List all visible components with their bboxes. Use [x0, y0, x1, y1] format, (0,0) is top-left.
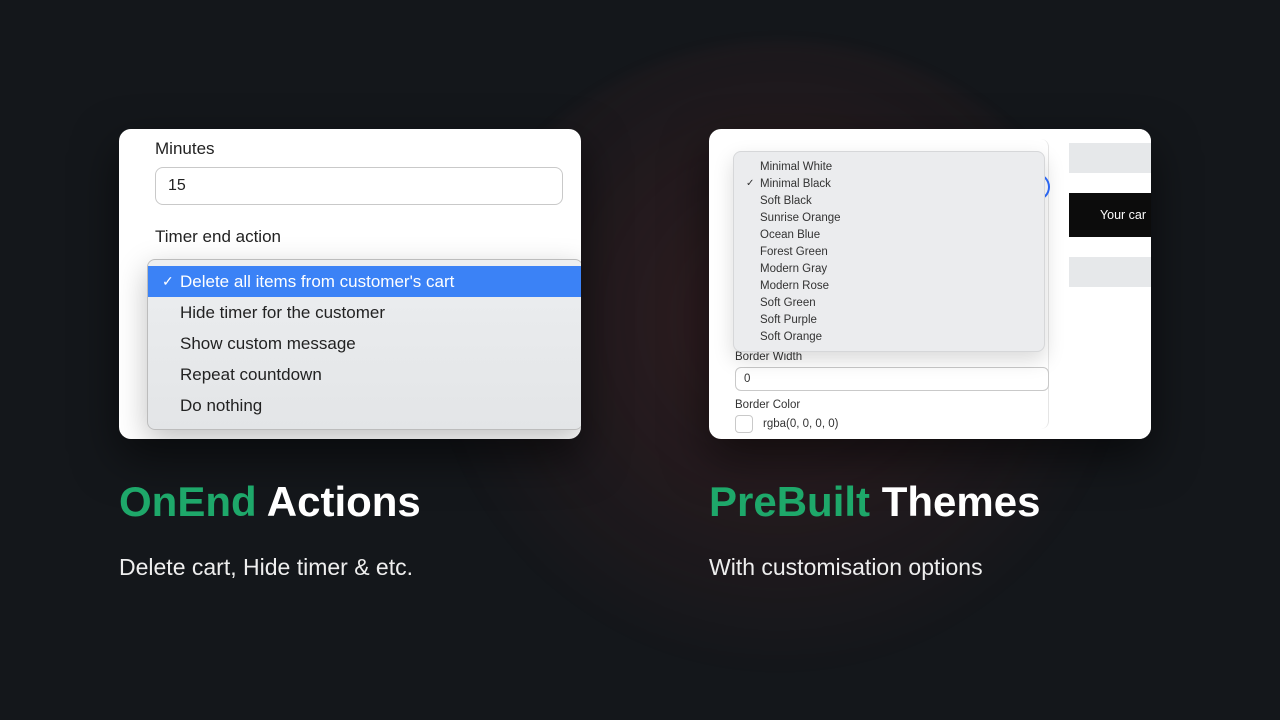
- theme-option[interactable]: ✓Soft Green: [734, 294, 1044, 311]
- theme-label: Soft Green: [760, 297, 816, 309]
- timer-end-action-label: Timer end action: [119, 205, 581, 255]
- theme-option[interactable]: ✓Modern Gray: [734, 260, 1044, 277]
- border-color-label: Border Color: [735, 399, 800, 411]
- theme-option[interactable]: ✓Sunrise Orange: [734, 209, 1044, 226]
- preview-timer-text: Your car: [1100, 208, 1146, 222]
- timer-end-option[interactable]: ✓Delete all items from customer's cart: [148, 266, 581, 297]
- preview-placeholder-bar: [1069, 257, 1151, 287]
- theme-label: Minimal White: [760, 161, 832, 173]
- theme-option[interactable]: ✓Soft Purple: [734, 311, 1044, 328]
- onend-actions-card: Minutes Timer end action ✓Delete all ite…: [119, 129, 581, 439]
- subline-prebuilt: With customisation options: [709, 554, 983, 581]
- theme-option[interactable]: ✓Ocean Blue: [734, 226, 1044, 243]
- theme-option[interactable]: ✓Soft Black: [734, 192, 1044, 209]
- subline-onend: Delete cart, Hide timer & etc.: [119, 554, 413, 581]
- theme-option[interactable]: ✓Minimal White: [734, 158, 1044, 175]
- timer-end-option[interactable]: ✓Repeat countdown: [148, 359, 581, 390]
- border-color-value: rgba(0, 0, 0, 0): [763, 418, 838, 430]
- theme-label: Soft Orange: [760, 331, 822, 343]
- headline-rest: Themes: [870, 478, 1040, 525]
- border-width-input[interactable]: [735, 367, 1049, 391]
- theme-option[interactable]: ✓Forest Green: [734, 243, 1044, 260]
- option-label: Show custom message: [180, 334, 356, 354]
- timer-end-option[interactable]: ✓Hide timer for the customer: [148, 297, 581, 328]
- theme-label: Modern Rose: [760, 280, 829, 292]
- timer-end-option[interactable]: ✓Show custom message: [148, 328, 581, 359]
- theme-label: Sunrise Orange: [760, 212, 841, 224]
- theme-select-dropdown[interactable]: ✓Minimal White✓Minimal Black✓Soft Black✓…: [733, 151, 1045, 352]
- option-label: Do nothing: [180, 396, 262, 416]
- theme-settings-panel: ✓Minimal White✓Minimal Black✓Soft Black✓…: [719, 139, 1049, 429]
- theme-option[interactable]: ✓ Minimal Black: [734, 175, 1044, 192]
- timer-end-option[interactable]: ✓Do nothing: [148, 390, 581, 421]
- check-icon: ✓: [746, 178, 756, 189]
- preview-timer-bar: Your car: [1069, 193, 1151, 237]
- theme-label: Minimal Black: [760, 178, 831, 190]
- prebuilt-themes-card: Your car ✓Minimal White ✓ Minimal Black ✓So…: [709, 129, 1151, 439]
- border-color-row: rgba(0, 0, 0, 0): [735, 415, 838, 433]
- option-label: Hide timer for the customer: [180, 303, 385, 323]
- theme-label: Modern Gray: [760, 263, 827, 275]
- theme-option[interactable]: ✓Soft Orange: [734, 328, 1044, 345]
- timer-end-action-dropdown[interactable]: ✓Delete all items from customer's cart✓H…: [147, 259, 581, 430]
- theme-label: Soft Black: [760, 195, 812, 207]
- theme-option[interactable]: ✓Modern Rose: [734, 277, 1044, 294]
- theme-label: Ocean Blue: [760, 229, 820, 241]
- border-color-swatch[interactable]: [735, 415, 753, 433]
- option-label: Repeat countdown: [180, 365, 322, 385]
- preview-placeholder-bar: [1069, 143, 1151, 173]
- minutes-input[interactable]: [155, 167, 563, 205]
- theme-label: Soft Purple: [760, 314, 817, 326]
- theme-preview-pane: Your car: [1059, 129, 1151, 439]
- headline-accent: PreBuilt: [709, 478, 870, 525]
- headline-rest: Actions: [257, 478, 421, 525]
- border-width-label: Border Width: [735, 351, 802, 363]
- option-label: Delete all items from customer's cart: [180, 272, 454, 292]
- check-icon: ✓: [162, 273, 176, 290]
- theme-label: Forest Green: [760, 246, 828, 258]
- headline-onend-actions: OnEnd Actions: [119, 478, 421, 526]
- minutes-label: Minutes: [119, 129, 581, 159]
- headline-accent: OnEnd: [119, 478, 257, 525]
- headline-prebuilt-themes: PreBuilt Themes: [709, 478, 1040, 526]
